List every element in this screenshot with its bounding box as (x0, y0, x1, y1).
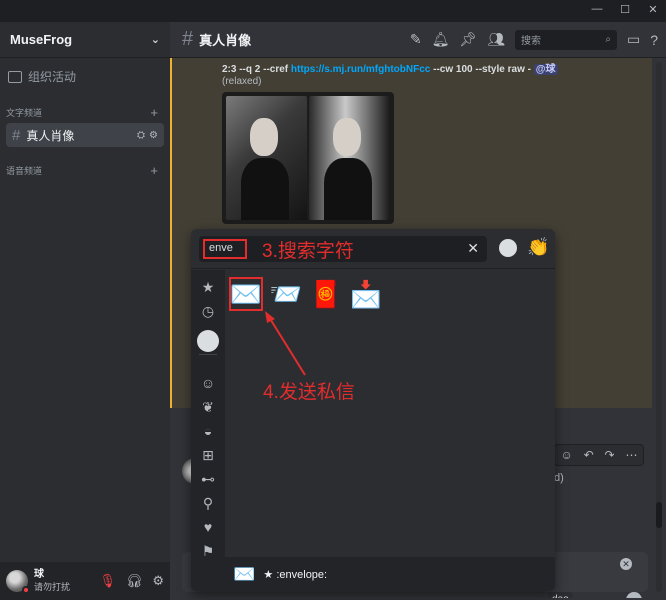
add-channel-icon[interactable]: + (150, 163, 158, 178)
text-channel-category[interactable]: 文字频道 + (0, 103, 170, 121)
guild-header[interactable]: MuseFrog ⌄ (0, 22, 170, 58)
leaf-icon[interactable]: ❦ (199, 398, 217, 416)
prompt-link[interactable]: https://s.mj.run/mfghtobNFcc (291, 64, 430, 75)
minimize-button[interactable]: — (590, 3, 604, 16)
search-value[interactable]: enve (203, 239, 247, 259)
headphones-icon[interactable]: 🎧︎ (126, 573, 143, 589)
user-status: 请勿打扰 (34, 582, 71, 592)
emoji-results: ✉️ 📨 🧧 📩 (229, 277, 383, 311)
search-icon: ⌕ (605, 34, 611, 45)
annotation-search: 3.搜索字符 (262, 241, 354, 262)
preview-emoji: ✉️ (233, 563, 256, 584)
preview-label: ★ :envelope: (263, 568, 328, 581)
avatar[interactable] (6, 570, 30, 594)
scrollbar[interactable] (656, 62, 662, 592)
smiley-icon[interactable]: ☺ (199, 374, 217, 392)
message-fragment: d) (554, 472, 564, 484)
emoji-incoming-envelope[interactable]: 📨 (269, 277, 303, 311)
search-input[interactable]: 搜索 ⌕ (514, 29, 617, 50)
maximize-button[interactable]: ☐ (618, 3, 632, 16)
portrait-image[interactable] (226, 96, 307, 220)
gamepad-icon[interactable]: ⊞ (199, 446, 217, 464)
sticker-icon[interactable] (499, 239, 517, 257)
lamp-icon[interactable]: ⚲ (199, 494, 217, 512)
category-label: 语音频道 (6, 165, 43, 176)
bell-icon[interactable]: 🔔︎ (432, 31, 450, 48)
channel-item-active[interactable]: # 真人肖像 ⛭ ⚙ (6, 123, 164, 147)
close-button[interactable]: ✕ (646, 3, 660, 16)
dnd-status-icon (22, 586, 30, 594)
reply-icon[interactable]: ↶ (584, 448, 594, 462)
annotation-arrow (265, 311, 306, 376)
more-icon[interactable]: ⋯ (626, 448, 638, 462)
forward-icon[interactable]: ↷ (605, 448, 615, 462)
search-placeholder: 搜索 (520, 36, 541, 47)
prompt-suffix: --cw 100 --style raw - (430, 64, 534, 75)
clock-icon[interactable]: ◷ (199, 302, 217, 320)
emoji-red-envelope[interactable]: 🧧 (309, 277, 343, 311)
bike-icon[interactable]: ⊷ (199, 470, 217, 488)
clear-icon[interactable]: ✕ (467, 240, 479, 257)
mode-label: (relaxed) (222, 76, 262, 87)
user-mention[interactable]: @球 (533, 64, 558, 75)
message-actions: ☺ ↶ ↷ ⋯ (554, 444, 644, 466)
portrait-image[interactable] (309, 96, 390, 220)
emoji-preview: ✉️ ★ :envelope: (225, 557, 555, 591)
window-controls: — ☐ ✕ (590, 3, 660, 16)
emoji-button[interactable] (626, 592, 642, 598)
gear-icon[interactable]: ⚙ (149, 130, 158, 141)
hash-icon: # (12, 126, 21, 144)
channel-header: # 真人肖像 ✎ 🔔︎ 📌︎ 👥︎ 搜索 ⌕ ▭ ? (170, 22, 666, 58)
members-icon[interactable]: 👥︎ (487, 31, 505, 48)
category-label: 文字频道 (6, 107, 43, 118)
inbox-icon[interactable]: ▭ (627, 31, 640, 48)
video-chip[interactable]: deo (548, 592, 573, 598)
food-icon[interactable]: ◒ (199, 422, 217, 440)
close-icon[interactable]: ✕ (620, 558, 632, 570)
scrollbar-thumb[interactable] (656, 502, 662, 528)
category-rail: ★ ◷ ☺ ❦ ◒ ⊞ ⊷ ⚲ ♥ ⚑ (191, 270, 225, 591)
star-icon[interactable]: ★ (199, 278, 217, 296)
invite-icon[interactable]: ⛭ (137, 130, 145, 141)
page-title: 真人肖像 (199, 33, 252, 48)
org-activity-label: 组织活动 (28, 70, 77, 84)
guild-name: MuseFrog (10, 32, 73, 47)
prompt-prefix: 2:3 --q 2 --cref (222, 64, 291, 75)
calendar-icon (8, 70, 22, 83)
gear-icon[interactable]: ⚙ (152, 573, 164, 589)
flag-icon[interactable]: ⚑ (199, 542, 217, 560)
pin-icon[interactable]: 📌︎ (459, 31, 477, 48)
add-channel-icon[interactable]: + (150, 105, 158, 120)
help-icon[interactable]: ? (650, 32, 658, 48)
prompt-text: 2:3 --q 2 --cref https://s.mj.run/mfghto… (222, 60, 558, 75)
picker-header: enve ✕ 3.搜索字符 👏 (191, 229, 555, 269)
emoji-picker: enve ✕ 3.搜索字符 👏 ★ ◷ ☺ ❦ ◒ ⊞ ⊷ ⚲ ♥ ⚑ ✉️ 📨… (191, 229, 555, 591)
clap-icon[interactable]: 👏 (527, 237, 549, 258)
emoji-envelope-arrow[interactable]: 📩 (349, 277, 383, 311)
user-panel: 球 请勿打扰 🎙︎ 🎧︎ ⚙ (0, 562, 170, 600)
divider (199, 354, 217, 355)
hash-icon: # (182, 28, 194, 50)
channel-sidebar: MuseFrog ⌄ 组织活动 文字频道 + # 真人肖像 ⛭ ⚙ 语音频道 +… (0, 22, 170, 600)
add-reaction-icon[interactable]: ☺ (560, 448, 572, 462)
channel-label: 真人肖像 (26, 128, 75, 143)
image-grid[interactable] (222, 92, 394, 224)
server-icon[interactable] (197, 330, 219, 352)
title-bar: — ☐ ✕ (0, 0, 666, 22)
mic-muted-icon[interactable]: 🎙︎ (99, 573, 116, 589)
voice-channel-category[interactable]: 语音频道 + (0, 161, 170, 179)
org-activity-item[interactable]: 组织活动 (0, 58, 170, 95)
annotation-send: 4.发送私信 (263, 382, 355, 403)
chevron-down-icon: ⌄ (150, 34, 160, 46)
heart-icon[interactable]: ♥ (199, 518, 217, 536)
emoji-envelope[interactable]: ✉️ (229, 277, 263, 311)
threads-icon[interactable]: ✎ (410, 31, 422, 48)
user-name: 球 (34, 569, 44, 580)
